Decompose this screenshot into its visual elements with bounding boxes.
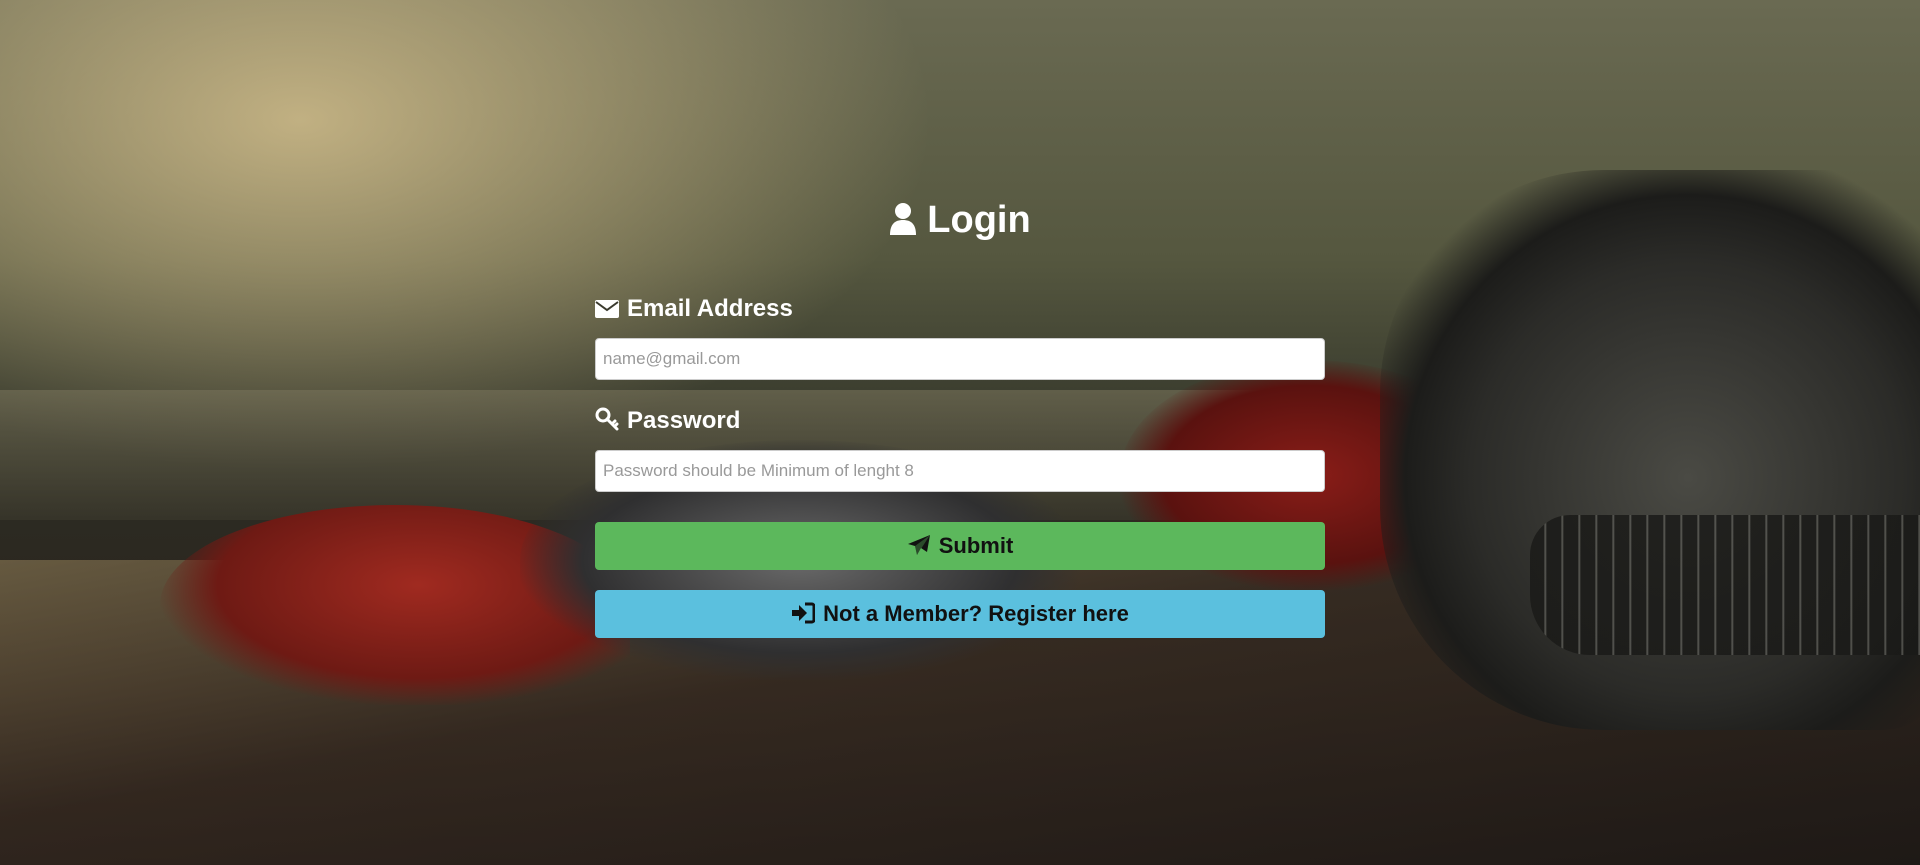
- email-label-text: Email Address: [627, 295, 793, 322]
- page-title: Login: [595, 190, 1325, 250]
- sign-in-icon: [792, 602, 816, 624]
- password-label: Password: [595, 404, 1325, 438]
- submit-button[interactable]: Submit: [595, 522, 1325, 570]
- email-field[interactable]: [595, 338, 1325, 380]
- login-form: Login Email Address Password Submit Not …: [595, 190, 1325, 638]
- paper-plane-icon: [907, 535, 930, 555]
- envelope-icon: [595, 300, 619, 318]
- page-title-text: Login: [927, 199, 1031, 241]
- user-icon: [890, 203, 917, 235]
- password-label-text: Password: [627, 407, 741, 434]
- key-icon: [595, 407, 619, 431]
- password-field[interactable]: [595, 450, 1325, 492]
- email-label: Email Address: [595, 292, 1325, 326]
- register-button-label: Not a Member? Register here: [823, 601, 1129, 626]
- register-button[interactable]: Not a Member? Register here: [595, 590, 1325, 638]
- submit-button-label: Submit: [938, 533, 1014, 558]
- background-car-grille: [1530, 515, 1920, 655]
